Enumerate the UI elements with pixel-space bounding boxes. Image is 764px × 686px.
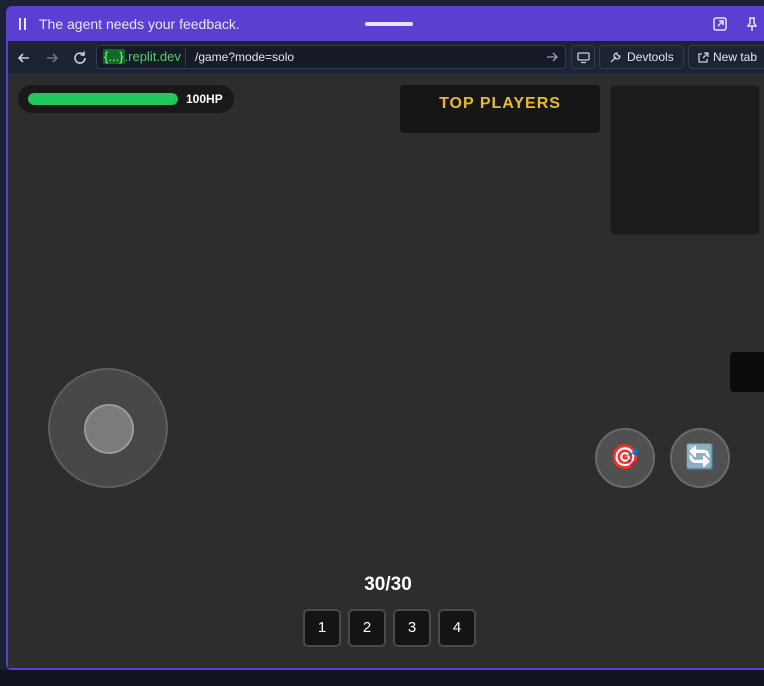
- leaderboard-panel: TOP PLAYERS: [400, 85, 600, 133]
- target-icon: 🎯: [610, 444, 640, 471]
- health-fill: [28, 93, 178, 105]
- url-host-domain: .replit.dev: [124, 49, 181, 64]
- url-host: {...}.replit.dev: [100, 49, 184, 65]
- health-track: [28, 93, 178, 105]
- side-panel-tab[interactable]: [730, 352, 764, 392]
- weapon-slot-3[interactable]: 3: [393, 609, 431, 647]
- back-arrow-icon[interactable]: [16, 50, 32, 66]
- feedback-message: The agent needs your feedback.: [39, 16, 240, 32]
- weapon-slot-1[interactable]: 1: [303, 609, 341, 647]
- reload-arrows-icon: 🔄: [685, 444, 715, 471]
- minimap: [610, 85, 760, 235]
- new-tab-label: New tab: [713, 50, 758, 64]
- browser-toolbar: {...}.replit.dev /game?mode=solo Devtool…: [8, 41, 764, 75]
- monitor-icon: [577, 52, 590, 64]
- wrench-icon: [610, 52, 621, 63]
- pin-icon[interactable]: [744, 16, 760, 32]
- health-label: 100HP: [186, 92, 223, 106]
- ammo-counter: 30/30: [364, 574, 412, 595]
- joystick-knob[interactable]: [84, 404, 134, 454]
- weapon-slot-2[interactable]: 2: [348, 609, 386, 647]
- taskbar-strip: [0, 670, 764, 686]
- leaderboard-title: TOP PLAYERS: [439, 95, 561, 112]
- url-path[interactable]: /game?mode=solo: [195, 50, 294, 65]
- movement-joystick[interactable]: [48, 368, 168, 488]
- reload-button[interactable]: 🔄: [670, 428, 730, 488]
- url-separator: [185, 48, 186, 66]
- device-preview-button[interactable]: [571, 45, 595, 69]
- feedback-banner: The agent needs your feedback.: [7, 7, 764, 41]
- go-arrow-icon[interactable]: [545, 50, 559, 64]
- url-bar[interactable]: {...}.replit.dev /game?mode=solo: [96, 45, 566, 69]
- new-tab-button[interactable]: New tab: [688, 45, 764, 69]
- reload-icon[interactable]: [72, 50, 88, 66]
- fire-button[interactable]: 🎯: [595, 428, 655, 488]
- popout-icon[interactable]: [712, 16, 728, 32]
- drag-handle[interactable]: [365, 22, 413, 26]
- devtools-label: Devtools: [627, 50, 674, 64]
- devtools-button[interactable]: Devtools: [599, 45, 684, 69]
- forward-arrow-icon[interactable]: [44, 50, 60, 66]
- url-host-placeholder: {...}: [103, 49, 125, 64]
- health-bar: 100HP: [18, 85, 234, 113]
- external-link-icon: [698, 52, 709, 63]
- game-canvas[interactable]: 100HP TOP PLAYERS 🎯 🔄 30/30 1 2 3 4: [8, 75, 764, 668]
- weapon-slot-4[interactable]: 4: [438, 609, 476, 647]
- pause-icon[interactable]: [18, 18, 28, 30]
